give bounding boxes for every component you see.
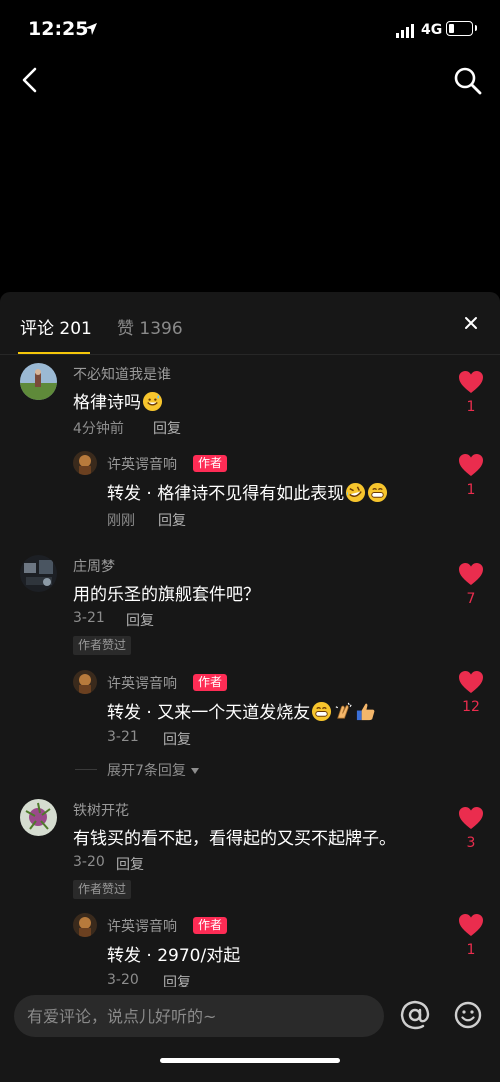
like-button[interactable]: 1 bbox=[456, 453, 486, 498]
battery-tip bbox=[475, 25, 477, 31]
comment-input[interactable] bbox=[14, 995, 384, 1037]
back-button[interactable] bbox=[14, 62, 46, 98]
author-badge: 作者 bbox=[193, 674, 228, 691]
like-count: 7 bbox=[466, 591, 476, 607]
network-type: 4G bbox=[421, 22, 443, 38]
avatar[interactable] bbox=[20, 555, 57, 592]
thumbs-up-emoji bbox=[357, 703, 375, 721]
reply-text: 转发 · 格律诗不见得有如此表现 bbox=[107, 479, 388, 504]
reply-button[interactable]: 回复 bbox=[126, 610, 154, 630]
reply-avatar[interactable] bbox=[73, 670, 97, 694]
status-time: 12:25 bbox=[28, 18, 89, 40]
reply-text: 转发 · 又来一个天道发烧友 bbox=[107, 698, 376, 723]
reply-text: 转发 · 2970/对起 bbox=[107, 946, 241, 966]
comment-tabs: 评论 201 赞 1396 bbox=[0, 292, 500, 355]
avatar[interactable] bbox=[20, 799, 57, 836]
comment-item: 庄周梦 用的乐圣的旗舰套件吧？ 3-21 回复 作者赞过 7 许英谔音响 作者 … bbox=[0, 547, 500, 787]
heart-icon bbox=[459, 454, 483, 476]
reply-time: 3-20 bbox=[107, 972, 139, 987]
comment-input-bar bbox=[0, 987, 500, 1082]
reply-avatar[interactable] bbox=[73, 913, 97, 937]
reply-time: 刚刚 bbox=[107, 513, 135, 529]
author-liked-badge: 作者赞过 bbox=[73, 636, 132, 655]
comment-text: 格律诗吗 bbox=[73, 388, 163, 413]
mention-button[interactable] bbox=[398, 998, 432, 1032]
search-icon bbox=[454, 67, 482, 95]
reply-button[interactable]: 回复 bbox=[116, 854, 144, 874]
comment-time: 4分钟前 bbox=[73, 421, 124, 437]
reply-avatar[interactable] bbox=[73, 451, 97, 475]
reply-username[interactable]: 许英谔音响 bbox=[107, 454, 177, 474]
like-count: 3 bbox=[466, 835, 476, 851]
author-badge: 作者 bbox=[193, 455, 228, 472]
comment-time: 3-21 bbox=[73, 610, 105, 626]
like-count: 1 bbox=[466, 482, 476, 498]
reply-button[interactable]: 回复 bbox=[153, 418, 181, 438]
like-count: 12 bbox=[462, 699, 480, 715]
active-tab-indicator bbox=[18, 352, 90, 354]
close-icon bbox=[465, 317, 477, 329]
reply-button[interactable]: 回复 bbox=[163, 729, 191, 749]
chevron-left-icon bbox=[22, 67, 37, 93]
comment-username[interactable]: 不必知道我是谁 bbox=[73, 364, 171, 384]
sweat-smile-emoji bbox=[142, 391, 163, 412]
comment-sheet: 评论 201 赞 1396 不必知道我是谁 格律诗吗 4分钟前 回复 1 许英谔… bbox=[0, 292, 500, 1082]
battery-level bbox=[449, 24, 454, 33]
close-button[interactable] bbox=[460, 312, 482, 334]
search-button[interactable] bbox=[451, 62, 485, 98]
comment-username[interactable]: 庄周梦 bbox=[73, 556, 115, 576]
like-count: 1 bbox=[466, 399, 476, 415]
emoji-smile-icon bbox=[454, 1001, 482, 1029]
like-button[interactable]: 3 bbox=[456, 806, 486, 851]
reply-time: 3-21 bbox=[107, 729, 139, 745]
avatar[interactable] bbox=[20, 363, 57, 400]
comment-time: 3-20 bbox=[73, 854, 105, 870]
tab-comments[interactable]: 评论 201 bbox=[20, 314, 92, 339]
like-count: 1 bbox=[466, 942, 476, 958]
signal-bars-icon bbox=[396, 24, 414, 38]
caret-down-icon bbox=[191, 768, 200, 774]
heart-icon bbox=[459, 914, 483, 936]
reply-button[interactable]: 回复 bbox=[163, 972, 191, 987]
comment-text-content: 格律诗吗 bbox=[73, 393, 141, 413]
expand-replies-label: 展开7条回复 bbox=[107, 763, 186, 779]
grin-emoji bbox=[368, 482, 388, 503]
reply-button[interactable]: 回复 bbox=[158, 510, 186, 530]
rofl-emoji bbox=[346, 482, 366, 503]
heart-icon bbox=[459, 807, 483, 829]
comment-item: 铁树开花 有钱买的看不起，看得起的又买不起牌子。 3-20 回复 作者赞过 3 … bbox=[0, 791, 500, 987]
reply-username[interactable]: 许英谔音响 bbox=[107, 916, 177, 936]
expand-divider bbox=[75, 769, 97, 770]
at-sign-icon bbox=[400, 1000, 430, 1030]
author-badge: 作者 bbox=[193, 917, 228, 934]
clap-emoji bbox=[335, 702, 352, 719]
expand-replies-button[interactable]: 展开7条回复 bbox=[107, 760, 200, 780]
heart-icon bbox=[459, 671, 483, 693]
emoji-button[interactable] bbox=[451, 998, 485, 1032]
heart-icon bbox=[459, 563, 483, 585]
comment-text: 用的乐圣的旗舰套件吧？ bbox=[73, 585, 260, 605]
author-liked-badge: 作者赞过 bbox=[73, 880, 132, 899]
heart-icon bbox=[459, 371, 483, 393]
reply-text-content: 转发 · 格律诗不见得有如此表现 bbox=[107, 484, 345, 504]
like-button[interactable]: 12 bbox=[456, 670, 486, 715]
like-button[interactable]: 7 bbox=[456, 562, 486, 607]
comment-item: 不必知道我是谁 格律诗吗 4分钟前 回复 1 许英谔音响 作者 转发 · 格律诗… bbox=[0, 355, 500, 535]
reply-username[interactable]: 许英谔音响 bbox=[107, 673, 177, 693]
home-indicator bbox=[160, 1058, 340, 1063]
tab-likes[interactable]: 赞 1396 bbox=[117, 314, 183, 339]
like-button[interactable]: 1 bbox=[456, 370, 486, 415]
location-arrow-icon bbox=[85, 23, 97, 35]
grin-emoji bbox=[312, 701, 332, 722]
battery-icon bbox=[446, 21, 473, 36]
comment-list[interactable]: 不必知道我是谁 格律诗吗 4分钟前 回复 1 许英谔音响 作者 转发 · 格律诗… bbox=[0, 355, 500, 987]
reply-text-content: 转发 · 又来一个天道发烧友 bbox=[107, 703, 311, 723]
comment-text: 有钱买的看不起，看得起的又买不起牌子。 bbox=[73, 829, 396, 849]
comment-username[interactable]: 铁树开花 bbox=[73, 800, 129, 820]
status-bar: 12:25 4G bbox=[0, 0, 500, 60]
like-button[interactable]: 1 bbox=[456, 913, 486, 958]
